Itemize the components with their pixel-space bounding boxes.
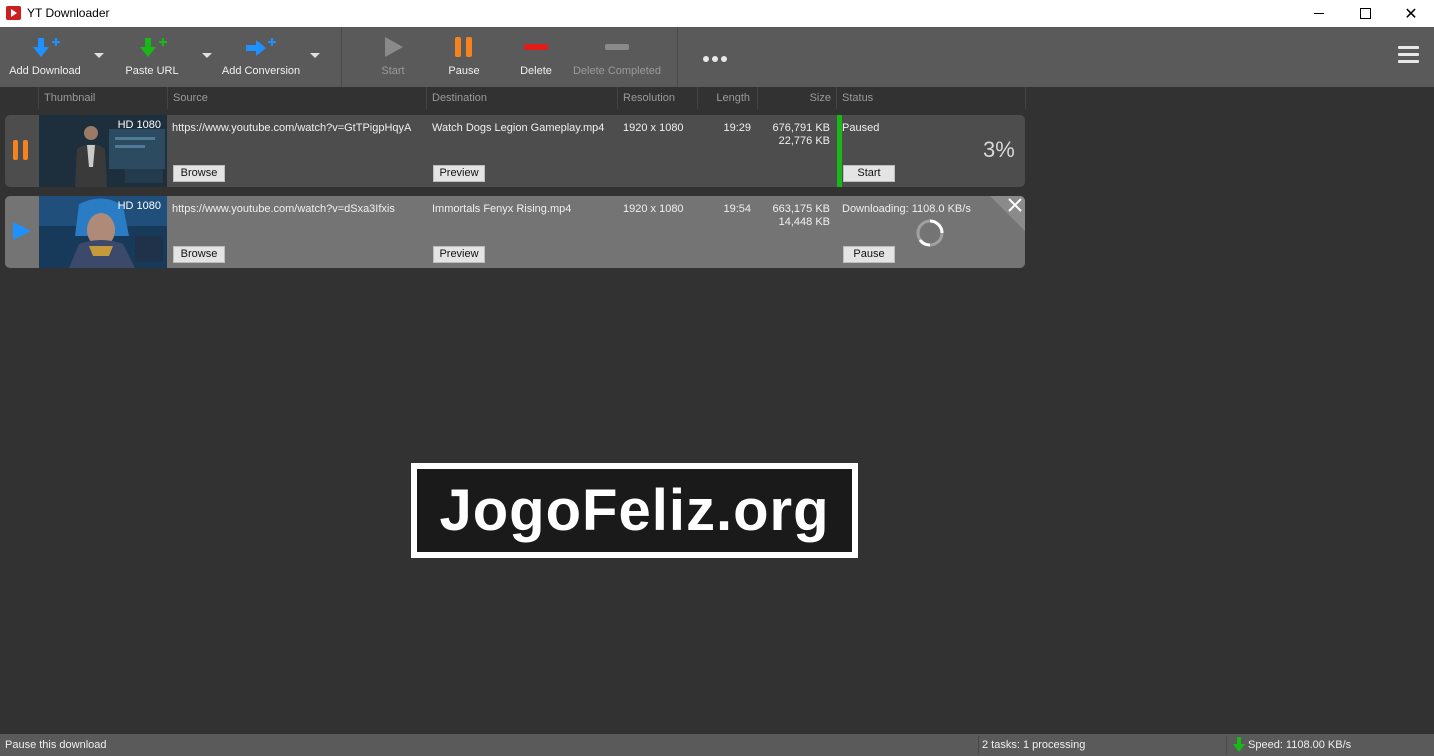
more-horizontal-icon[interactable] [703, 53, 730, 65]
start-download-button[interactable]: Start [843, 165, 895, 182]
size-total: 663,175 KB [772, 203, 831, 215]
loading-spinner-icon [916, 219, 944, 247]
add-conversion-dropdown-icon[interactable] [310, 53, 320, 58]
add-download-dropdown-icon[interactable] [94, 53, 104, 58]
conversion-plus-icon [246, 38, 276, 56]
video-thumbnail: HD 1080 [39, 196, 167, 268]
destination-file: Watch Dogs Legion Gameplay.mp4 [432, 122, 605, 134]
status-hint: Pause this download [5, 739, 107, 751]
pause-download-button[interactable]: Pause [843, 246, 895, 263]
minus-icon [605, 44, 629, 50]
status-text: Downloading: 1108.0 KB/s [842, 203, 971, 215]
preview-button[interactable]: Preview [433, 246, 485, 263]
watermark-text: JogoFeliz.org [417, 469, 852, 552]
paste-url-button[interactable]: Paste URL [114, 27, 190, 87]
minus-icon [524, 44, 548, 50]
add-conversion-label: Add Conversion [221, 65, 301, 77]
toolbar: Add Download Paste URL Add Conversion St… [0, 27, 1434, 87]
play-icon [385, 37, 403, 57]
destination-file: Immortals Fenyx Rising.mp4 [432, 203, 572, 215]
status-separator [1226, 736, 1227, 754]
length-value: 19:54 [723, 203, 751, 215]
column-size[interactable]: Size [757, 87, 837, 109]
delete-label: Delete [520, 65, 552, 77]
pause-icon [455, 37, 472, 57]
youtube-icon [6, 6, 21, 20]
delete-button[interactable]: Delete [512, 27, 560, 87]
column-header: Thumbnail Source Destination Resolution … [0, 87, 1026, 109]
browse-button[interactable]: Browse [173, 246, 225, 263]
status-text: Paused [842, 122, 880, 134]
close-icon: ✕ [1404, 5, 1418, 23]
browse-button[interactable]: Browse [173, 165, 225, 182]
play-icon[interactable] [11, 220, 31, 242]
size-total: 676,791 KB [772, 122, 831, 134]
status-tasks: 2 tasks: 1 processing [982, 739, 1086, 751]
minimize-button[interactable] [1296, 0, 1342, 27]
status-bar: Pause this download 2 tasks: 1 processin… [0, 734, 1434, 756]
progress-percent: 3% [983, 137, 1015, 162]
video-thumbnail: HD 1080 [39, 115, 167, 187]
column-source[interactable]: Source [167, 87, 427, 109]
download-row[interactable]: HD 1080 https://www.youtube.com/watch?v=… [5, 115, 1025, 187]
window-title: YT Downloader [27, 6, 110, 20]
length-value: 19:29 [723, 122, 751, 134]
paste-url-label: Paste URL [125, 65, 179, 77]
paste-url-icon [140, 38, 167, 57]
close-window-button[interactable]: ✕ [1388, 0, 1434, 27]
pause-button[interactable]: Pause [440, 27, 488, 87]
start-button[interactable]: Start [368, 27, 418, 87]
quality-badge: HD 1080 [117, 200, 161, 212]
add-download-label: Add Download [9, 65, 81, 77]
delete-completed-label: Delete Completed [572, 65, 662, 77]
toolbar-separator [341, 27, 342, 87]
source-url: https://www.youtube.com/watch?v=GtTPigpH… [172, 122, 412, 134]
column-resolution[interactable]: Resolution [617, 87, 698, 109]
title-bar: YT Downloader ✕ [0, 0, 1434, 27]
resolution-value: 1920 x 1080 [623, 122, 684, 134]
hamburger-menu-icon[interactable] [1398, 46, 1419, 67]
paste-url-dropdown-icon[interactable] [202, 53, 212, 58]
delete-completed-button[interactable]: Delete Completed [570, 27, 664, 87]
toolbar-separator [677, 27, 678, 87]
resolution-value: 1920 x 1080 [623, 203, 684, 215]
minimize-icon [1314, 13, 1324, 14]
status-speed: Speed: 1108.00 KB/s [1248, 739, 1352, 751]
download-row[interactable]: HD 1080 https://www.youtube.com/watch?v=… [5, 196, 1025, 268]
column-length[interactable]: Length [697, 87, 758, 109]
column-thumbnail[interactable]: Thumbnail [38, 87, 168, 109]
size-downloaded: 22,776 KB [778, 135, 830, 147]
pause-icon[interactable] [11, 139, 31, 161]
add-download-button[interactable]: Add Download [4, 27, 86, 87]
add-conversion-button[interactable]: Add Conversion [218, 27, 304, 87]
quality-badge: HD 1080 [117, 119, 161, 131]
download-plus-icon [33, 38, 60, 57]
column-status[interactable]: Status [836, 87, 1026, 109]
column-end-divider [1025, 87, 1031, 109]
column-destination[interactable]: Destination [426, 87, 618, 109]
size-downloaded: 14,448 KB [778, 216, 830, 228]
watermark: JogoFeliz.org [411, 463, 858, 558]
start-label: Start [381, 65, 405, 77]
maximize-button[interactable] [1342, 0, 1388, 27]
status-separator [978, 736, 979, 754]
preview-button[interactable]: Preview [433, 165, 485, 182]
download-arrow-icon [1233, 737, 1245, 752]
source-url: https://www.youtube.com/watch?v=dSxa3Ifx… [172, 203, 395, 215]
maximize-icon [1359, 8, 1371, 19]
pause-label: Pause [448, 65, 480, 77]
remove-row-close-icon[interactable] [1008, 198, 1022, 212]
